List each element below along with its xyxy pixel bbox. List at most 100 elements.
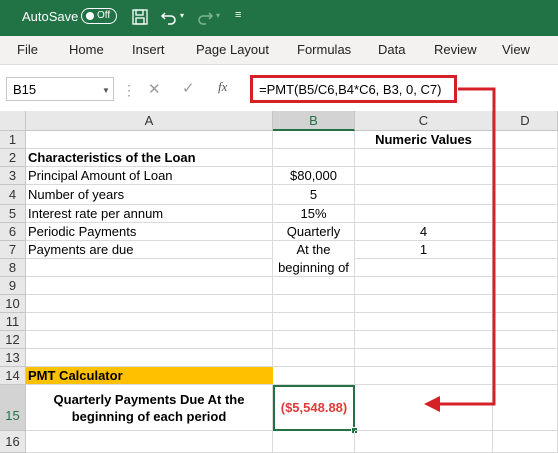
cell-d16[interactable] bbox=[493, 431, 558, 453]
row-header[interactable]: 4 bbox=[0, 185, 26, 205]
row-header[interactable]: 5 bbox=[0, 205, 26, 223]
cell-a10[interactable] bbox=[26, 295, 273, 313]
cell-a13[interactable] bbox=[26, 349, 273, 367]
menu-formulas[interactable]: Formulas bbox=[297, 42, 351, 57]
cell-b4[interactable]: 5 bbox=[273, 185, 355, 205]
cell-b6[interactable]: Quarterly bbox=[273, 223, 355, 241]
save-icon[interactable] bbox=[132, 9, 148, 25]
cell-c7[interactable]: 1 bbox=[355, 241, 493, 259]
cell-d3[interactable] bbox=[493, 167, 558, 185]
cell-b7[interactable]: At the beginning of bbox=[273, 241, 355, 277]
insert-function-icon[interactable]: fx bbox=[218, 79, 227, 95]
cell-a15[interactable]: Quarterly Payments Due At the beginning … bbox=[26, 385, 273, 431]
cell-c11[interactable] bbox=[355, 313, 493, 331]
cell-a5[interactable]: Interest rate per annum bbox=[26, 205, 273, 223]
cell-b2[interactable] bbox=[273, 149, 355, 167]
name-box[interactable]: B15 bbox=[6, 77, 114, 101]
cell-b16[interactable] bbox=[273, 431, 355, 453]
row-header[interactable]: 1 bbox=[0, 131, 26, 149]
cell-d9[interactable] bbox=[493, 277, 558, 295]
formula-input[interactable]: =PMT(B5/C6,B4*C6, B3, 0, C7) bbox=[250, 75, 457, 103]
row-header[interactable]: 16 bbox=[0, 431, 26, 453]
cell-a9[interactable] bbox=[26, 277, 273, 295]
cell-d11[interactable] bbox=[493, 313, 558, 331]
cell-b5[interactable]: 15% bbox=[273, 205, 355, 223]
row-header[interactable]: 13 bbox=[0, 349, 26, 367]
column-header-c[interactable]: C bbox=[355, 111, 493, 131]
row-header[interactable]: 6 bbox=[0, 223, 26, 241]
row-header[interactable]: 11 bbox=[0, 313, 26, 331]
cell-b1[interactable] bbox=[273, 131, 355, 149]
cell-d6[interactable] bbox=[493, 223, 558, 241]
cell-d7[interactable] bbox=[493, 241, 558, 259]
cell-b12[interactable] bbox=[273, 331, 355, 349]
undo-icon[interactable] bbox=[160, 8, 178, 26]
row-header[interactable]: 9 bbox=[0, 277, 26, 295]
cell-a7[interactable]: Payments are due bbox=[26, 241, 273, 259]
row-header-selected[interactable]: 15 bbox=[0, 385, 26, 431]
cell-d15[interactable] bbox=[493, 385, 558, 431]
autosave-toggle[interactable]: Off bbox=[81, 8, 117, 24]
cell-c13[interactable] bbox=[355, 349, 493, 367]
redo-icon[interactable] bbox=[196, 8, 214, 26]
column-header-a[interactable]: A bbox=[26, 111, 273, 131]
cell-b9[interactable] bbox=[273, 277, 355, 295]
cell-d10[interactable] bbox=[493, 295, 558, 313]
cell-a4[interactable]: Number of years bbox=[26, 185, 273, 205]
cell-a8[interactable] bbox=[26, 259, 273, 277]
cell-c14[interactable] bbox=[355, 367, 493, 385]
cell-c16[interactable] bbox=[355, 431, 493, 453]
row-header[interactable]: 2 bbox=[0, 149, 26, 167]
cell-c10[interactable] bbox=[355, 295, 493, 313]
row-header[interactable]: 14 bbox=[0, 367, 26, 385]
cell-a11[interactable] bbox=[26, 313, 273, 331]
menu-data[interactable]: Data bbox=[378, 42, 405, 57]
customize-toolbar-icon[interactable]: ≡ bbox=[235, 9, 241, 21]
cell-b13[interactable] bbox=[273, 349, 355, 367]
cancel-icon[interactable]: ✕ bbox=[148, 80, 161, 98]
cell-d5[interactable] bbox=[493, 205, 558, 223]
row-header[interactable]: 8 bbox=[0, 259, 26, 277]
column-header-b[interactable]: B bbox=[273, 111, 355, 131]
cell-b15-selected[interactable]: ($5,548.88) bbox=[273, 385, 355, 431]
cell-c5[interactable] bbox=[355, 205, 493, 223]
menu-page-layout[interactable]: Page Layout bbox=[196, 42, 269, 57]
cell-c4[interactable] bbox=[355, 185, 493, 205]
cell-a2[interactable]: Characteristics of the Loan bbox=[26, 149, 273, 167]
cell-b11[interactable] bbox=[273, 313, 355, 331]
cell-d2[interactable] bbox=[493, 149, 558, 167]
cell-a12[interactable] bbox=[26, 331, 273, 349]
menu-file[interactable]: File bbox=[17, 42, 38, 57]
row-header[interactable]: 7 bbox=[0, 241, 26, 259]
cell-a1[interactable] bbox=[26, 131, 273, 149]
cell-d13[interactable] bbox=[493, 349, 558, 367]
cell-c8[interactable] bbox=[355, 259, 493, 277]
cell-a3[interactable]: Principal Amount of Loan bbox=[26, 167, 273, 185]
menu-review[interactable]: Review bbox=[434, 42, 477, 57]
menu-view[interactable]: View bbox=[502, 42, 530, 57]
cell-a14[interactable]: PMT Calculator bbox=[26, 367, 273, 385]
cell-d14[interactable] bbox=[493, 367, 558, 385]
row-header[interactable]: 3 bbox=[0, 167, 26, 185]
menu-home[interactable]: Home bbox=[69, 42, 104, 57]
redo-dropdown-icon[interactable]: ▾ bbox=[216, 11, 220, 20]
cell-d4[interactable] bbox=[493, 185, 558, 205]
cell-c6[interactable]: 4 bbox=[355, 223, 493, 241]
select-all-corner[interactable] bbox=[0, 111, 26, 131]
cell-b10[interactable] bbox=[273, 295, 355, 313]
enter-check-icon[interactable]: ✓ bbox=[182, 79, 195, 97]
undo-dropdown-icon[interactable]: ▾ bbox=[180, 11, 184, 20]
cell-d8[interactable] bbox=[493, 259, 558, 277]
cell-c3[interactable] bbox=[355, 167, 493, 185]
cell-c9[interactable] bbox=[355, 277, 493, 295]
cell-b3[interactable]: $80,000 bbox=[273, 167, 355, 185]
cell-a16[interactable] bbox=[26, 431, 273, 453]
row-header[interactable]: 10 bbox=[0, 295, 26, 313]
cell-c15[interactable] bbox=[355, 385, 493, 431]
cell-c12[interactable] bbox=[355, 331, 493, 349]
name-box-dropdown-icon[interactable]: ▼ bbox=[102, 86, 110, 95]
menu-insert[interactable]: Insert bbox=[132, 42, 165, 57]
cell-c2[interactable] bbox=[355, 149, 493, 167]
row-header[interactable]: 12 bbox=[0, 331, 26, 349]
cell-d1[interactable] bbox=[493, 131, 558, 149]
